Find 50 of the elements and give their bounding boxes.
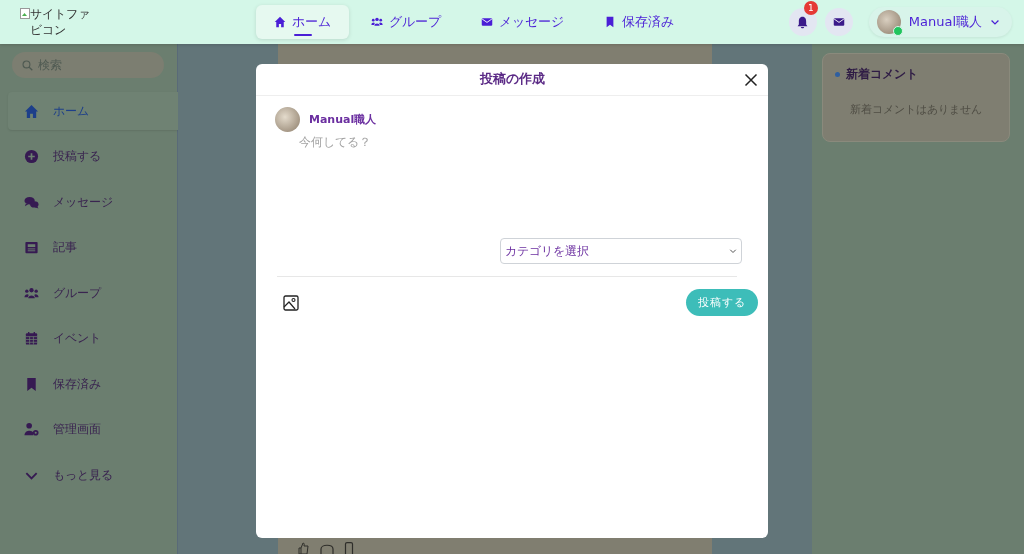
user-menu-button[interactable]: Manual職人 xyxy=(868,7,1012,37)
comment-icon[interactable] xyxy=(320,542,334,554)
logo-alt-text: サイトファビコン xyxy=(30,6,90,38)
user-name: Manual職人 xyxy=(309,112,377,127)
sidebar-item[interactable]: 保存済み xyxy=(8,365,178,403)
chat-bubbles-icon xyxy=(24,194,39,210)
sidebar-item[interactable]: もっと見る xyxy=(8,456,178,494)
sidebar-item[interactable]: メッセージ xyxy=(8,183,178,221)
house-icon xyxy=(274,16,286,28)
plus-circle-icon xyxy=(24,149,39,164)
notification-badge: 1 xyxy=(803,1,818,15)
broken-image-icon xyxy=(20,8,30,19)
chevron-down-icon xyxy=(729,247,737,255)
nav-tab[interactable]: ホーム xyxy=(256,5,349,39)
bullet-dot xyxy=(835,72,840,77)
panel-title: 新着コメント xyxy=(846,66,918,83)
chevron-down-icon xyxy=(990,17,1000,27)
sidebar-item[interactable]: 管理画面 xyxy=(8,410,178,449)
calendar-icon xyxy=(24,331,39,346)
person-gear-icon xyxy=(24,422,39,437)
people-icon xyxy=(371,16,383,28)
close-button[interactable] xyxy=(742,71,760,89)
nav-tab[interactable]: メッセージ xyxy=(463,5,582,39)
sidebar-item[interactable]: 記事 xyxy=(8,228,178,267)
nav-tab[interactable]: 保存済み xyxy=(586,5,692,39)
bookmark-icon xyxy=(24,376,39,392)
category-select[interactable]: カテゴリを選択 xyxy=(500,238,742,264)
dialog-title: 投稿の作成 xyxy=(479,71,545,88)
newspaper-icon xyxy=(24,240,39,255)
add-image-button[interactable] xyxy=(283,294,299,311)
bookmark-icon xyxy=(604,16,616,28)
sidebar-item[interactable]: ホーム xyxy=(8,92,178,130)
nav-tab[interactable]: グループ xyxy=(353,5,459,39)
search-icon xyxy=(22,59,33,71)
bell-icon xyxy=(796,15,810,29)
sidebar-item[interactable]: グループ xyxy=(8,274,178,312)
people-icon xyxy=(24,285,39,301)
bookmark-outline-icon[interactable] xyxy=(344,542,354,554)
thumbs-up-icon[interactable] xyxy=(298,542,310,554)
sidebar-item[interactable]: イベント xyxy=(8,319,178,358)
envelope-icon xyxy=(481,16,493,28)
envelope-icon xyxy=(832,16,845,28)
avatar xyxy=(876,10,901,34)
image-icon xyxy=(283,294,299,311)
post-button[interactable]: 投稿する xyxy=(686,289,758,316)
close-icon xyxy=(742,71,760,89)
avatar xyxy=(275,107,300,132)
sidebar-item[interactable]: 投稿する xyxy=(8,137,178,176)
messages-button[interactable] xyxy=(824,8,853,36)
house-icon xyxy=(24,103,39,119)
